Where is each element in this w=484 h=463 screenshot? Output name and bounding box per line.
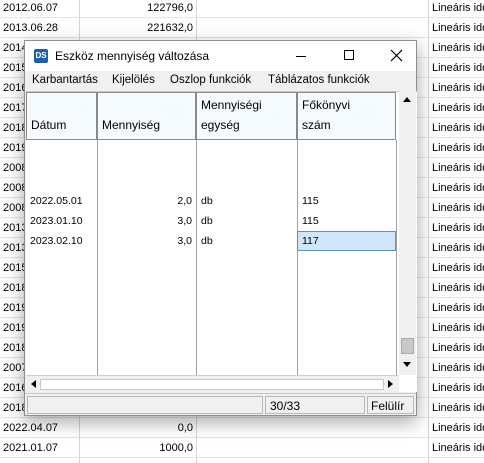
background-method: Lineáris idő bbox=[432, 422, 484, 434]
header-line2: Dátum bbox=[31, 118, 67, 132]
column-header-mennyisegi-egyseg[interactable]: Mennyiségi egység bbox=[196, 92, 297, 140]
column-divider bbox=[297, 140, 298, 376]
background-value: 221632,0 bbox=[147, 22, 193, 34]
scroll-left-icon[interactable] bbox=[31, 380, 36, 388]
status-bar: 30/33 Felülír bbox=[25, 393, 416, 415]
background-value: 1000,0 bbox=[159, 442, 193, 454]
background-method: Lineáris idő bbox=[432, 302, 484, 314]
app-icon: DS bbox=[34, 49, 48, 63]
background-row: 2013.06.28 221632,0 Lineáris idő bbox=[0, 18, 484, 38]
menu-tablazatos-funkciok[interactable]: Táblázatos funkciók bbox=[268, 74, 370, 86]
background-method: Lineáris idő bbox=[432, 222, 484, 234]
vertical-scrollbar[interactable] bbox=[399, 91, 416, 375]
header-line1: Mennyiségi bbox=[201, 98, 262, 112]
column-header-mennyiseg[interactable]: Mennyiség bbox=[97, 92, 196, 140]
cell-egyseg[interactable]: db bbox=[201, 215, 213, 227]
scroll-up-icon[interactable] bbox=[403, 97, 411, 102]
cell-datum[interactable]: 2022.05.01 bbox=[30, 195, 83, 207]
cell-mennyiseg[interactable]: 2,0 bbox=[97, 195, 192, 207]
scroll-down-icon[interactable] bbox=[403, 362, 411, 367]
header-line2: Mennyiség bbox=[102, 118, 161, 132]
column-header-datum[interactable]: Dátum bbox=[26, 92, 97, 140]
header-line2: szám bbox=[302, 118, 331, 132]
cell-fokonyvi-szam[interactable]: 115 bbox=[302, 215, 319, 227]
background-method: Lineáris idő bbox=[432, 42, 484, 54]
column-divider bbox=[196, 140, 197, 376]
background-date: 2022.04.07 bbox=[3, 422, 59, 434]
menu-kijeloles[interactable]: Kijelölés bbox=[112, 74, 155, 86]
table-row[interactable]: 2023.01.10 3,0 db 115 bbox=[26, 211, 396, 231]
column-divider bbox=[97, 140, 98, 376]
status-panel-record: 30/33 bbox=[265, 396, 365, 414]
table-row[interactable]: 2022.05.01 2,0 db 115 bbox=[26, 191, 396, 211]
header-line2: egység bbox=[201, 118, 240, 132]
background-method: Lineáris idő bbox=[432, 82, 484, 94]
cell-egyseg[interactable]: db bbox=[201, 235, 213, 247]
maximize-button[interactable] bbox=[326, 41, 372, 71]
background-method: Lineáris idő bbox=[432, 162, 484, 174]
status-panel-message bbox=[27, 396, 263, 414]
vertical-scroll-thumb[interactable] bbox=[401, 338, 414, 354]
data-grid[interactable]: Dátum Mennyiség Mennyiségi egység Főkönyv… bbox=[26, 91, 417, 392]
background-date: 2021.01.07 bbox=[3, 442, 59, 454]
background-method: Lineáris idő bbox=[432, 322, 484, 334]
cell-fokonyvi-szam[interactable]: 115 bbox=[302, 195, 319, 207]
cell-fokonyvi-szam[interactable]: 117 bbox=[302, 235, 319, 247]
background-value: 0,0 bbox=[177, 422, 193, 434]
background-value: 122796,0 bbox=[147, 2, 193, 14]
background-method: Lineáris idő bbox=[432, 182, 484, 194]
column-divider bbox=[396, 140, 397, 376]
title-bar[interactable]: DS Eszköz mennyiség változása bbox=[25, 41, 416, 71]
background-method: Lineáris idő bbox=[432, 442, 484, 454]
background-method: Lineáris idő bbox=[432, 122, 484, 134]
menu-oszlop-funkciok[interactable]: Oszlop funkciók bbox=[170, 74, 251, 86]
header-line1: Főkönyvi bbox=[302, 98, 351, 112]
close-icon bbox=[390, 49, 403, 62]
background-method: Lineáris idő bbox=[432, 22, 484, 34]
minimize-button[interactable] bbox=[276, 41, 322, 71]
window-title: Eszköz mennyiség változása bbox=[55, 49, 210, 63]
horizontal-scroll-thumb[interactable] bbox=[40, 379, 384, 390]
record-position: 30/33 bbox=[270, 399, 301, 413]
background-method: Lineáris idő bbox=[432, 62, 484, 74]
background-row: 2022.04.07 0,0 Lineáris idő bbox=[0, 418, 484, 438]
cell-mennyiseg[interactable]: 3,0 bbox=[97, 215, 192, 227]
background-method: Lineáris idő bbox=[432, 362, 484, 374]
status-panel-mode: Felülír bbox=[367, 396, 414, 414]
background-row: 2021.01.07 1000,0 Lineáris idő bbox=[0, 438, 484, 458]
menu-bar: Karbantartás Kijelölés Oszlop funkciók T… bbox=[25, 71, 416, 91]
background-method: Lineáris idő bbox=[432, 282, 484, 294]
cell-egyseg[interactable]: db bbox=[201, 195, 213, 207]
background-method: Lineáris idő bbox=[432, 402, 484, 414]
background-method: Lineáris idő bbox=[432, 262, 484, 274]
background-row-divider bbox=[0, 457, 484, 458]
maximize-icon bbox=[344, 50, 354, 60]
cell-mennyiseg[interactable]: 3,0 bbox=[97, 235, 192, 247]
table-row[interactable]: 2023.02.10 3,0 db 117 bbox=[26, 231, 396, 251]
edit-mode: Felülír bbox=[371, 399, 405, 413]
background-method: Lineáris idő bbox=[432, 2, 484, 14]
close-button[interactable] bbox=[374, 41, 420, 71]
menu-karbantartas[interactable]: Karbantartás bbox=[32, 74, 98, 86]
scroll-right-icon[interactable] bbox=[388, 380, 393, 388]
background-method: Lineáris idő bbox=[432, 382, 484, 394]
background-method: Lineáris idő bbox=[432, 202, 484, 214]
background-method: Lineáris idő bbox=[432, 342, 484, 354]
background-date: 2012.06.07 bbox=[3, 2, 59, 14]
background-date: 2013.06.28 bbox=[3, 22, 59, 34]
background-method: Lineáris idő bbox=[432, 242, 484, 254]
minimize-icon bbox=[296, 56, 306, 57]
cell-datum[interactable]: 2023.01.10 bbox=[30, 215, 83, 227]
background-method: Lineáris idő bbox=[432, 102, 484, 114]
horizontal-scrollbar[interactable] bbox=[26, 375, 399, 392]
dialog-window: DS Eszköz mennyiség változása Karbantart… bbox=[24, 40, 417, 416]
background-row: 2012.06.07 122796,0 Lineáris idő bbox=[0, 0, 484, 18]
column-header-fokonyvi-szam[interactable]: Főkönyvi szám bbox=[297, 92, 396, 140]
cell-datum[interactable]: 2023.02.10 bbox=[30, 235, 83, 247]
background-method: Lineáris idő bbox=[432, 142, 484, 154]
